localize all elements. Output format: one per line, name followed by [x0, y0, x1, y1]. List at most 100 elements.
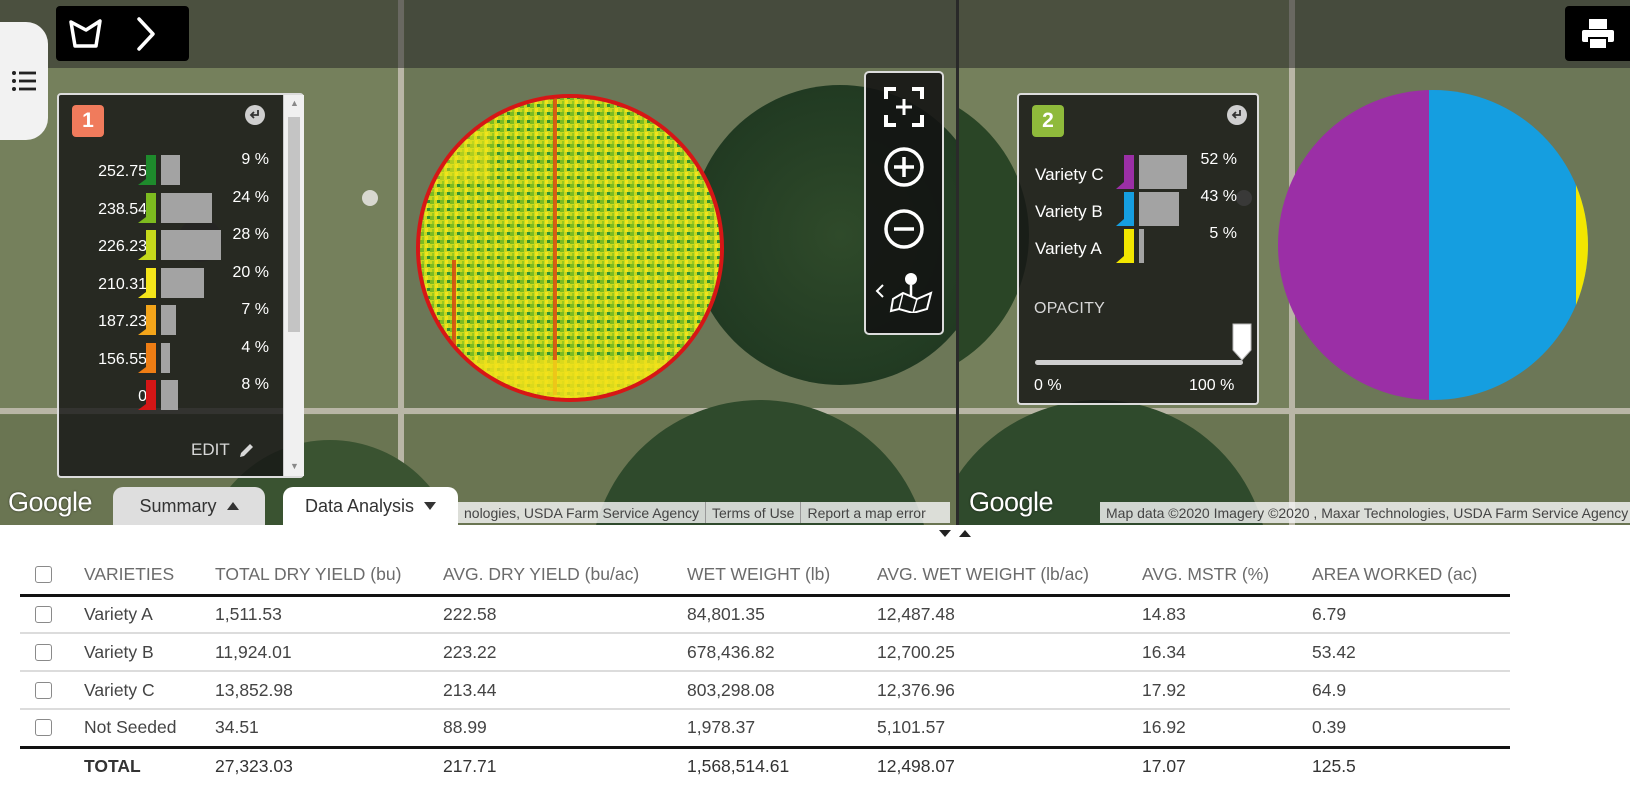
map-toolbar [56, 6, 189, 61]
column-header[interactable]: AVG. MSTR (%) [1142, 555, 1312, 595]
zoom-in-button[interactable] [866, 137, 942, 197]
legend-percent: 5 % [1209, 225, 1237, 242]
total-cell: 12,498.07 [877, 756, 955, 777]
caret-down-icon [424, 502, 437, 510]
table-cell: 803,298.08 [687, 679, 775, 700]
resize-arrows-icon[interactable] [935, 526, 975, 540]
print-button[interactable] [1565, 6, 1630, 61]
table-cell: 222.58 [443, 603, 497, 624]
table-row[interactable]: Variety B 11,924.01 223.22 678,436.82 12… [20, 633, 1510, 671]
legend-swatch [138, 305, 156, 335]
scroll-down-icon[interactable]: ▼ [290, 461, 299, 471]
scrollbar-thumb[interactable] [288, 117, 300, 332]
legend-edit-button[interactable]: EDIT [191, 440, 256, 460]
legend-row: 08 % [59, 376, 279, 410]
terms-of-use-link[interactable]: Terms of Use [706, 505, 800, 521]
report-map-error-link[interactable]: Report a map error [801, 505, 931, 521]
legend-variety-label: Variety A [1035, 239, 1102, 258]
google-logo: Google [8, 487, 93, 517]
table-cell: 0.39 [1312, 717, 1347, 738]
tab-summary-label: Summary [139, 495, 217, 516]
zoom-in-icon [884, 147, 924, 187]
legend-swatch [138, 230, 156, 260]
column-header[interactable]: TOTAL DRY YIELD (bu) [215, 555, 443, 595]
legend-histogram-bar [161, 192, 213, 223]
legend-collapse-button[interactable] [1227, 105, 1247, 125]
opacity-slider-track[interactable] [1035, 360, 1243, 365]
opacity-slider-thumb[interactable] [1231, 322, 1253, 362]
google-logo: Google [969, 487, 1054, 517]
legend-histogram-bar [161, 305, 176, 335]
table-cell: 53.42 [1312, 641, 1356, 662]
pencil-icon [239, 444, 253, 457]
legend-percent: 24 % [232, 188, 269, 206]
legend-histogram-bar [1139, 192, 1179, 226]
legend-histogram-bar [1139, 155, 1187, 189]
variety-analysis-table: VARIETIES TOTAL DRY YIELD (bu) AVG. DRY … [20, 555, 1510, 785]
fit-extent-button[interactable] [866, 77, 942, 137]
table-cell: 12,487.48 [877, 603, 955, 624]
table-cell: 64.9 [1312, 679, 1347, 700]
column-header[interactable]: AREA WORKED (ac) [1312, 555, 1510, 595]
column-header[interactable]: AVG. DRY YIELD (bu/ac) [443, 555, 687, 595]
legend-row: Variety A 5 % [1019, 225, 1257, 263]
next-button[interactable] [116, 6, 176, 61]
table-cell: 5,101.57 [877, 717, 946, 738]
legend-percent: 7 % [241, 301, 269, 318]
table-cell: 12,700.25 [877, 641, 955, 662]
table-cell: Variety C [84, 679, 155, 700]
yield-legend: 1 252.75 9 % 238.54 24 % 226.23 28 % 210.31 20 … [57, 93, 304, 478]
column-header[interactable]: VARIETIES [84, 555, 215, 595]
map-layers-button[interactable] [866, 261, 942, 321]
total-label: TOTAL [84, 756, 141, 777]
zoom-out-icon [884, 209, 924, 249]
table-cell: 88.99 [443, 717, 487, 738]
boundary-button[interactable] [56, 6, 116, 61]
boundary-polygon-icon [69, 18, 102, 48]
table-cell: Not Seeded [84, 717, 177, 738]
legend-histogram-bar [1139, 229, 1144, 263]
table-cell: 223.22 [443, 641, 497, 662]
total-cell: 17.07 [1142, 756, 1186, 777]
table-cell: 34.51 [215, 717, 259, 738]
table-row[interactable]: Variety A 1,511.53 222.58 84,801.35 12,4… [20, 595, 1510, 633]
map-attribution-left: nologies, USDA Farm Service Agency Terms… [458, 502, 950, 523]
legend-percent: 20 % [232, 263, 269, 281]
total-cell: 217.71 [443, 756, 497, 777]
legend-histogram-bar [161, 342, 170, 373]
row-checkbox[interactable] [35, 681, 52, 699]
legend-swatch [138, 192, 156, 223]
table-row[interactable]: Not Seeded 34.51 88.99 1,978.37 5,101.57… [20, 709, 1510, 747]
legend-scrollbar[interactable]: ▲ ▼ [283, 95, 304, 476]
legend-collapse-button[interactable] [245, 105, 265, 125]
table-cell: 17.92 [1142, 679, 1186, 700]
table-total-row: TOTAL 27,323.03 217.71 1,568,514.61 12,4… [20, 747, 1510, 785]
tab-summary[interactable]: Summary [113, 487, 265, 525]
table-cell: 84,801.35 [687, 603, 765, 624]
layers-panel-toggle[interactable] [0, 22, 48, 140]
total-cell: 27,323.03 [215, 756, 293, 777]
panel-splitter[interactable] [0, 525, 1630, 541]
legend-percent: 8 % [241, 376, 269, 393]
column-header[interactable]: AVG. WET WEIGHT (lb/ac) [877, 555, 1142, 595]
legend-row: 252.75 9 % [59, 151, 279, 185]
legend-histogram-bar [161, 380, 179, 410]
table-cell: 678,436.82 [687, 641, 775, 662]
map-top-bar [0, 0, 1630, 68]
row-checkbox[interactable] [35, 643, 52, 661]
legend-swatch [1116, 192, 1134, 226]
tab-data-analysis[interactable]: Data Analysis [283, 487, 458, 525]
map-controls [864, 71, 944, 335]
row-checkbox[interactable] [35, 605, 52, 623]
opacity-max-label: 100 % [1189, 377, 1235, 394]
column-header[interactable]: WET WEIGHT (lb) [687, 555, 877, 595]
scroll-up-icon[interactable]: ▲ [290, 98, 299, 108]
collapse-arrow-icon [1231, 110, 1241, 119]
select-all-cell [20, 555, 84, 595]
zoom-out-button[interactable] [866, 199, 942, 259]
table-row[interactable]: Variety C 13,852.98 213.44 803,298.08 12… [20, 671, 1510, 709]
select-all-checkbox[interactable] [35, 565, 52, 583]
row-checkbox[interactable] [35, 719, 52, 737]
table-cell: 213.44 [443, 679, 497, 700]
legend-swatch [138, 380, 156, 410]
